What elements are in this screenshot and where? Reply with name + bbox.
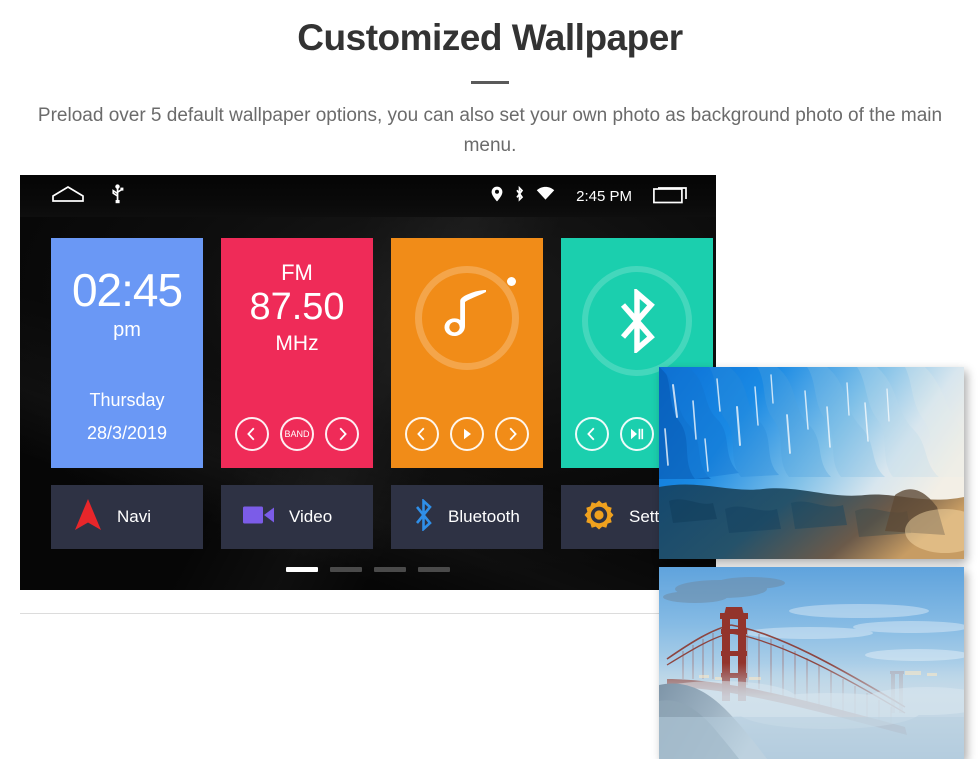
page-dot-3[interactable] xyxy=(374,567,406,572)
home-widget-grid: 02:45 pm Thursday 28/3/2019 FM 87.50 MHz… xyxy=(51,238,713,468)
recent-apps-icon[interactable] xyxy=(653,184,689,209)
previous-track-button[interactable] xyxy=(404,417,439,451)
shortcut-bluetooth-label: Bluetooth xyxy=(448,507,520,526)
wallpaper-golden-gate-image xyxy=(659,567,964,759)
clock-time: 02:45 xyxy=(71,264,183,316)
navigation-arrow-icon xyxy=(73,498,103,537)
clock-widget[interactable]: 02:45 pm Thursday 28/3/2019 xyxy=(51,238,203,468)
shortcut-navi-label: Navi xyxy=(117,507,152,526)
page-subtitle: Preload over 5 default wallpaper options… xyxy=(37,105,943,156)
music-controls xyxy=(391,417,543,451)
usb-icon[interactable] xyxy=(111,183,124,209)
bluetooth-icon xyxy=(514,185,525,207)
prev-station-button[interactable] xyxy=(234,417,269,451)
page-header: Customized Wallpaper Preload over 5 defa… xyxy=(0,0,980,160)
next-track-button[interactable] xyxy=(495,417,530,451)
page-dot-2[interactable] xyxy=(330,567,362,572)
fm-radio-widget[interactable]: FM 87.50 MHz BAND xyxy=(221,238,373,468)
radio-band-button-label: BAND xyxy=(284,429,310,439)
radio-frequency-unit: MHz xyxy=(275,331,319,355)
previous-button[interactable] xyxy=(574,417,609,451)
wallpaper-golden-gate-fog[interactable] xyxy=(659,567,964,759)
next-station-button[interactable] xyxy=(325,417,360,451)
shortcut-bluetooth[interactable]: Bluetooth xyxy=(391,485,543,549)
status-bar-left-group xyxy=(51,183,124,209)
location-pin-icon xyxy=(491,186,503,207)
bluetooth-icon xyxy=(413,497,434,536)
bluetooth-icon xyxy=(582,266,692,376)
play-pause-button[interactable] xyxy=(619,417,654,451)
page-dot-4[interactable] xyxy=(418,567,450,572)
gear-icon xyxy=(583,499,615,536)
clock-date: 28/3/2019 xyxy=(86,423,168,443)
wallpaper-ice-cave[interactable] xyxy=(659,367,964,559)
home-icon[interactable] xyxy=(51,185,85,208)
page-title: Customized Wallpaper xyxy=(297,17,683,58)
radio-controls: BAND xyxy=(221,417,373,451)
page-dot-1[interactable] xyxy=(286,567,318,572)
radio-band-button[interactable]: BAND xyxy=(279,417,314,451)
title-divider xyxy=(471,81,509,85)
app-shortcut-row: Navi Video Bluetooth xyxy=(51,485,713,549)
status-bar-right-group: 2:45 PM xyxy=(491,184,689,209)
music-progress-ring xyxy=(415,266,519,370)
music-note-icon xyxy=(415,266,519,370)
clock-ampm: pm xyxy=(113,319,141,341)
music-widget[interactable] xyxy=(391,238,543,468)
wallpaper-ice-cave-image xyxy=(659,367,964,559)
shortcut-video[interactable]: Video xyxy=(221,485,373,549)
status-bar-clock: 2:45 PM xyxy=(576,187,632,205)
android-status-bar: 2:45 PM xyxy=(20,175,716,217)
play-button[interactable] xyxy=(449,417,484,451)
shortcut-navi[interactable]: Navi xyxy=(51,485,203,549)
clock-weekday: Thursday xyxy=(89,390,165,410)
wifi-icon xyxy=(536,186,555,206)
radio-band-label: FM xyxy=(281,260,313,285)
product-showcase: 2:45 PM 02:45 pm Thursday 28/3/2019 FM 8… xyxy=(0,175,980,759)
page-indicator xyxy=(20,567,716,572)
bluetooth-ring xyxy=(582,266,692,376)
car-head-unit-screen: 2:45 PM 02:45 pm Thursday 28/3/2019 FM 8… xyxy=(20,175,716,590)
radio-frequency: 87.50 xyxy=(249,286,345,328)
video-camera-icon xyxy=(243,504,275,531)
shortcut-video-label: Video xyxy=(289,507,333,526)
